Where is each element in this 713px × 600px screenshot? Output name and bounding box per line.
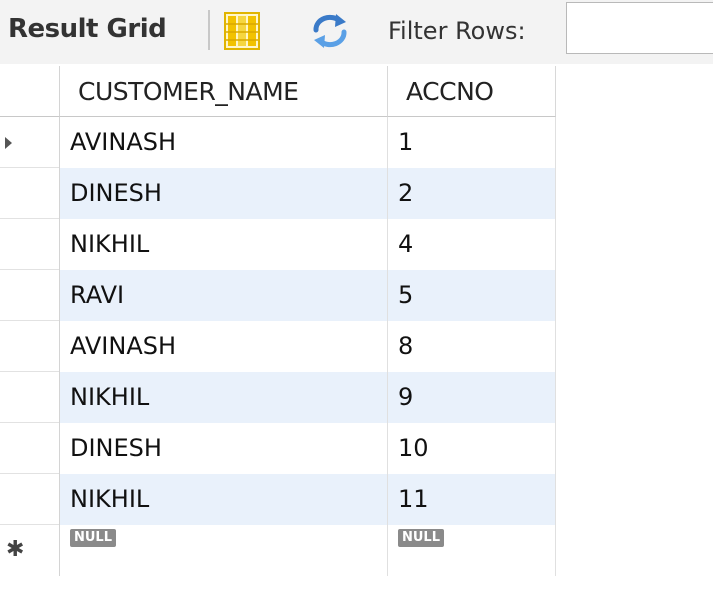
refresh-icon[interactable] [310, 12, 350, 50]
customer-name-cell[interactable]: AVINASH [60, 117, 388, 168]
accno-cell[interactable]: NULL [388, 525, 556, 576]
grid-header-row: CUSTOMER_NAME ACCNO [0, 66, 556, 117]
table-row[interactable]: AVINASH 8 [0, 321, 556, 372]
customer-name-cell[interactable]: DINESH [60, 168, 388, 219]
column-header-accno[interactable]: ACCNO [388, 66, 556, 117]
row-gutter[interactable] [0, 321, 60, 372]
row-gutter[interactable] [0, 219, 60, 270]
accno-cell[interactable]: 11 [388, 474, 556, 525]
table-row[interactable]: AVINASH 1 [0, 117, 556, 168]
row-gutter[interactable] [0, 423, 60, 474]
null-badge: NULL [398, 529, 445, 547]
customer-name-cell[interactable]: NIKHIL [60, 219, 388, 270]
customer-name-cell[interactable]: AVINASH [60, 321, 388, 372]
row-gutter[interactable] [0, 117, 60, 168]
table-row[interactable]: NIKHIL 9 [0, 372, 556, 423]
customer-name-cell[interactable]: NIKHIL [60, 474, 388, 525]
null-badge: NULL [70, 529, 117, 547]
accno-cell[interactable]: 10 [388, 423, 556, 474]
customer-name-cell[interactable]: DINESH [60, 423, 388, 474]
toolbar-separator [208, 10, 210, 50]
accno-cell[interactable]: 2 [388, 168, 556, 219]
customer-name-cell[interactable]: RAVI [60, 270, 388, 321]
row-gutter[interactable] [0, 270, 60, 321]
grid-view-icon[interactable] [224, 12, 260, 50]
customer-name-cell[interactable]: NIKHIL [60, 372, 388, 423]
accno-cell[interactable]: 9 [388, 372, 556, 423]
row-header-corner [0, 66, 60, 117]
new-row[interactable]: ✱ NULL NULL [0, 525, 556, 576]
result-grid-toolbar: Result Grid Filter Rows: [0, 0, 713, 64]
filter-rows-input[interactable] [566, 2, 713, 54]
result-grid: CUSTOMER_NAME ACCNO AVINASH 1 DINESH 2 N… [0, 66, 556, 576]
table-row[interactable]: RAVI 5 [0, 270, 556, 321]
row-gutter[interactable] [0, 168, 60, 219]
accno-cell[interactable]: 8 [388, 321, 556, 372]
table-row[interactable]: DINESH 10 [0, 423, 556, 474]
new-row-star-icon: ✱ [6, 537, 25, 562]
current-row-arrow-icon [5, 137, 12, 149]
table-row[interactable]: DINESH 2 [0, 168, 556, 219]
accno-cell[interactable]: 4 [388, 219, 556, 270]
result-grid-title: Result Grid [8, 14, 167, 44]
accno-cell[interactable]: 5 [388, 270, 556, 321]
row-gutter[interactable]: ✱ [0, 525, 60, 576]
table-row[interactable]: NIKHIL 11 [0, 474, 556, 525]
customer-name-cell[interactable]: NULL [60, 525, 388, 576]
row-gutter[interactable] [0, 474, 60, 525]
filter-rows-label: Filter Rows: [388, 17, 526, 45]
accno-cell[interactable]: 1 [388, 117, 556, 168]
column-header-customer-name[interactable]: CUSTOMER_NAME [60, 66, 388, 117]
table-row[interactable]: NIKHIL 4 [0, 219, 556, 270]
row-gutter[interactable] [0, 372, 60, 423]
